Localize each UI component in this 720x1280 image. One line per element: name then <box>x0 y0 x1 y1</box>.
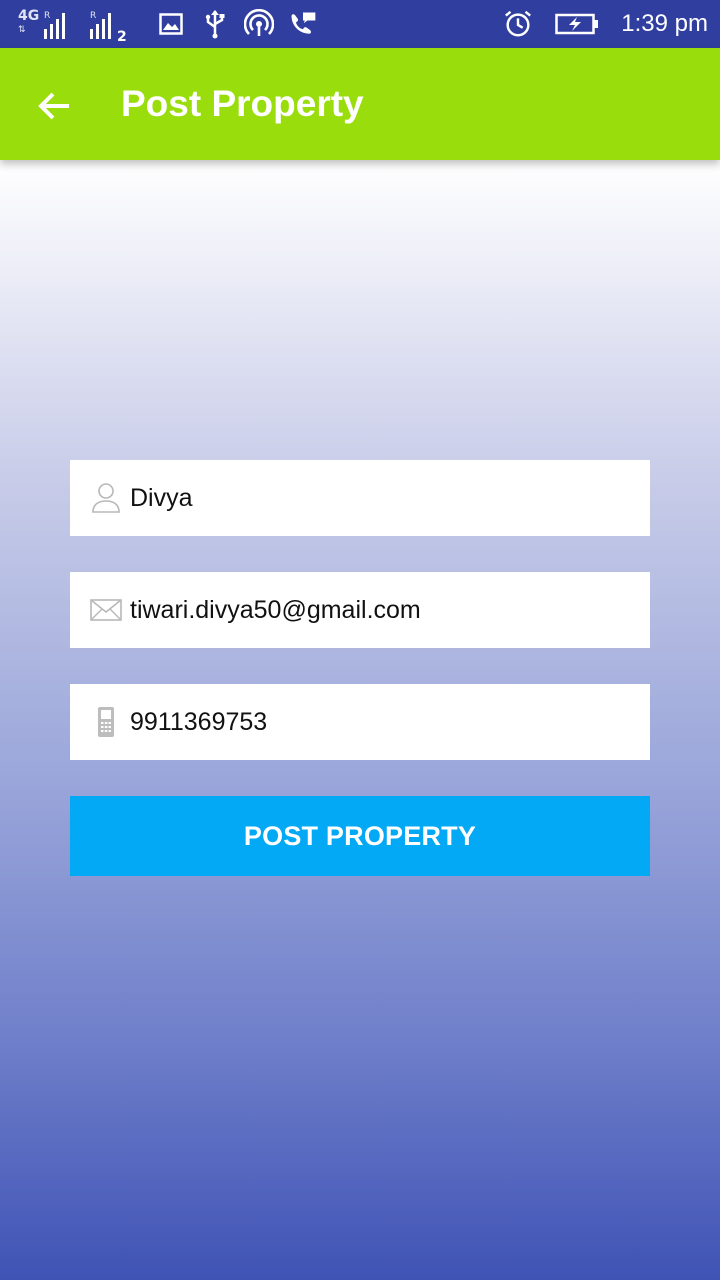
network-type-label: 4G <box>18 8 40 24</box>
image-icon <box>156 9 186 39</box>
alarm-icon <box>503 9 533 39</box>
phone-field[interactable] <box>70 684 650 760</box>
app-bar: Post Property <box>0 48 720 160</box>
roaming-label-2: R <box>90 11 97 21</box>
post-property-button[interactable]: POST PROPERTY <box>70 796 650 876</box>
hotspot-icon <box>244 9 274 39</box>
data-activity-icon: ⇅ <box>18 25 26 35</box>
mobile-phone-icon <box>90 706 122 738</box>
person-icon <box>90 482 122 514</box>
email-input[interactable] <box>130 572 640 648</box>
page-title: Post Property <box>121 83 364 124</box>
status-time: 1:39 pm <box>621 10 708 37</box>
phone-input[interactable] <box>130 684 640 760</box>
status-right-icons: 1:39 pm <box>503 0 708 48</box>
sim1-signal: 4G R ⇅ <box>18 9 76 39</box>
arrow-left-icon <box>38 92 69 120</box>
back-button[interactable] <box>30 82 78 130</box>
mail-icon <box>90 594 122 626</box>
sim2-signal: R 2 <box>90 9 142 45</box>
name-field[interactable] <box>70 460 650 536</box>
sim-slot-label: 2 <box>117 29 127 45</box>
status-left-icons: 4G R ⇅ R 2 <box>18 0 318 48</box>
battery-charging-icon <box>555 9 599 39</box>
roaming-label-1: R <box>44 11 51 21</box>
usb-icon <box>200 9 230 39</box>
name-input[interactable] <box>130 460 640 536</box>
status-bar: 4G R ⇅ R 2 1:39 pm <box>0 0 720 48</box>
call-icon <box>288 9 318 39</box>
email-field[interactable] <box>70 572 650 648</box>
